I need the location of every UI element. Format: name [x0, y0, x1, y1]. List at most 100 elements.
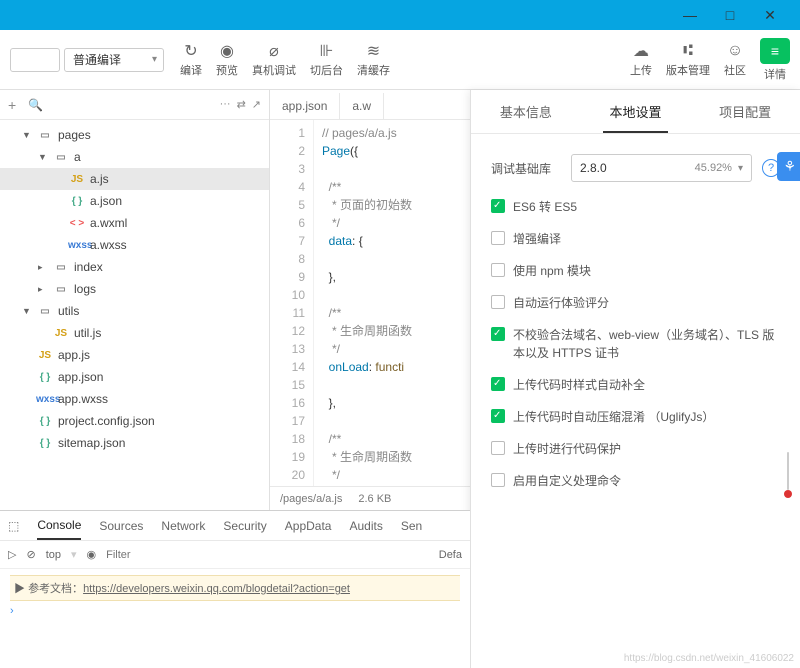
- preview-button[interactable]: ◉预览: [216, 42, 238, 78]
- tab-local-settings[interactable]: 本地设置: [581, 90, 691, 133]
- tree-item-app-js[interactable]: JSapp.js: [0, 344, 269, 366]
- toolbar-misc-2[interactable]: ⇄: [237, 98, 246, 111]
- tree-item-pages[interactable]: ▼▭pages: [0, 124, 269, 146]
- checkbox[interactable]: [491, 231, 505, 245]
- panel-tabs: 基本信息 本地设置 项目配置: [471, 90, 800, 134]
- tab-basic-info[interactable]: 基本信息: [471, 90, 581, 133]
- option-label: 自动运行体验评分: [513, 294, 609, 312]
- detail-icon: ≡: [760, 38, 790, 64]
- file-type-icon: JS: [36, 350, 54, 361]
- console-clear-icon[interactable]: ⊘: [26, 548, 35, 561]
- caret-icon: ▼: [22, 306, 32, 316]
- compile-mode-label: 普通编译: [73, 51, 121, 68]
- caret-icon: ▼: [38, 152, 48, 162]
- checkbox[interactable]: [491, 473, 505, 487]
- toolbar-misc-1[interactable]: ···: [220, 98, 231, 111]
- clear-cache-button[interactable]: ≋清缓存: [357, 42, 390, 78]
- file-type-icon: JS: [68, 174, 86, 185]
- tree-item-index[interactable]: ▸▭index: [0, 256, 269, 278]
- tree-item-a-wxss[interactable]: wxssa.wxss: [0, 234, 269, 256]
- tree-item-sitemap-json[interactable]: { }sitemap.json: [0, 432, 269, 454]
- console-warning-row: ▶ 参考文档：https://developers.weixin.qq.com/…: [10, 575, 460, 601]
- option-label: 使用 npm 模块: [513, 262, 591, 280]
- tab-project-config[interactable]: 项目配置: [690, 90, 800, 133]
- option-row-7[interactable]: 上传时进行代码保护: [491, 440, 780, 458]
- tab-audits[interactable]: Audits: [349, 519, 382, 533]
- console-expand-icon[interactable]: ⬚: [8, 519, 19, 533]
- side-badge-icon[interactable]: ⚘: [777, 152, 800, 181]
- option-row-2[interactable]: 使用 npm 模块: [491, 262, 780, 280]
- editor-tab[interactable]: a.w: [340, 93, 384, 119]
- backstage-button[interactable]: ⊪切后台: [310, 42, 343, 78]
- checkbox[interactable]: [491, 295, 505, 309]
- search-icon[interactable]: 🔍: [28, 98, 43, 112]
- debug-lib-select[interactable]: 2.8.0 45.92%: [571, 154, 752, 182]
- window-minimize[interactable]: —: [670, 0, 710, 30]
- option-row-6[interactable]: 上传代码时自动压缩混淆 （UglifyJs）: [491, 408, 780, 426]
- file-name: a.wxss: [90, 238, 127, 252]
- tab-console[interactable]: Console: [37, 518, 81, 540]
- toolbar-misc-3[interactable]: ↗: [252, 98, 261, 111]
- tab-security[interactable]: Security: [223, 519, 266, 533]
- option-label: 启用自定义处理命令: [513, 472, 621, 490]
- checkbox[interactable]: [491, 199, 505, 213]
- console-filter-input[interactable]: [106, 549, 248, 561]
- tree-item-app-json[interactable]: { }app.json: [0, 366, 269, 388]
- status-size: 2.6 KB: [358, 493, 391, 505]
- checkbox[interactable]: [491, 441, 505, 455]
- console-link[interactable]: https://developers.weixin.qq.com/blogdet…: [83, 583, 350, 595]
- version-button[interactable]: ⑆版本管理: [666, 42, 710, 78]
- console-level[interactable]: Defa: [439, 549, 462, 561]
- file-name: a: [74, 150, 81, 164]
- option-row-0[interactable]: ES6 转 ES5: [491, 198, 780, 216]
- option-row-5[interactable]: 上传代码时样式自动补全: [491, 376, 780, 394]
- compile-button[interactable]: ↻编译: [180, 42, 202, 78]
- console-run-icon[interactable]: ▷: [8, 548, 16, 561]
- tree-item-a-json[interactable]: { }a.json: [0, 190, 269, 212]
- caret-icon: ▸: [38, 284, 48, 295]
- status-path: /pages/a/a.js: [280, 493, 342, 505]
- real-device-icon: ⌀: [269, 42, 279, 60]
- file-name: index: [74, 260, 103, 274]
- tree-item-app-wxss[interactable]: wxssapp.wxss: [0, 388, 269, 410]
- console-eye-icon[interactable]: ◉: [87, 548, 97, 561]
- tab-appdata[interactable]: AppData: [285, 519, 332, 533]
- devtools-console: ⬚ Console Sources Network Security AppDa…: [0, 510, 470, 668]
- file-name: a.wxml: [90, 216, 127, 230]
- tree-item-logs[interactable]: ▸▭logs: [0, 278, 269, 300]
- tab-sensor[interactable]: Sen: [401, 519, 422, 533]
- editor-tab[interactable]: app.json: [270, 93, 340, 119]
- watermark: https://blog.csdn.net/weixin_41606022: [624, 653, 794, 664]
- option-label: 不校验合法域名、web-view（业务域名）、TLS 版本以及 HTTPS 证书: [513, 326, 780, 362]
- console-scope-select[interactable]: top: [46, 549, 61, 561]
- option-row-3[interactable]: 自动运行体验评分: [491, 294, 780, 312]
- debug-lib-pct: 45.92%: [695, 162, 732, 174]
- checkbox[interactable]: [491, 327, 505, 341]
- file-name: utils: [58, 304, 79, 318]
- checkbox[interactable]: [491, 263, 505, 277]
- code-content[interactable]: // pages/a/a.js Page({ /** * 页面的初始数 */ d…: [314, 120, 420, 486]
- checkbox[interactable]: [491, 377, 505, 391]
- option-row-1[interactable]: 增强编译: [491, 230, 780, 248]
- window-maximize[interactable]: □: [710, 0, 750, 30]
- detail-button[interactable]: ≡详情: [760, 38, 790, 82]
- tree-item-a-wxml[interactable]: < >a.wxml: [0, 212, 269, 234]
- simulator-dropdown[interactable]: [10, 48, 60, 72]
- option-row-4[interactable]: 不校验合法域名、web-view（业务域名）、TLS 版本以及 HTTPS 证书: [491, 326, 780, 362]
- tree-item-utils[interactable]: ▼▭utils: [0, 300, 269, 322]
- tree-item-a-js[interactable]: JSa.js: [0, 168, 269, 190]
- tree-item-a[interactable]: ▼▭a: [0, 146, 269, 168]
- tree-item-project-config-json[interactable]: { }project.config.json: [0, 410, 269, 432]
- file-name: app.wxss: [58, 392, 108, 406]
- real-device-button[interactable]: ⌀真机调试: [252, 42, 296, 78]
- tree-item-util-js[interactable]: JSutil.js: [0, 322, 269, 344]
- new-file-icon[interactable]: +: [8, 97, 16, 113]
- tab-sources[interactable]: Sources: [99, 519, 143, 533]
- window-close[interactable]: ✕: [750, 0, 790, 30]
- upload-button[interactable]: ☁上传: [630, 42, 652, 78]
- tab-network[interactable]: Network: [161, 519, 205, 533]
- community-button[interactable]: ☺社区: [724, 42, 746, 78]
- option-row-8[interactable]: 启用自定义处理命令: [491, 472, 780, 490]
- checkbox[interactable]: [491, 409, 505, 423]
- compile-mode-dropdown[interactable]: 普通编译: [64, 48, 164, 72]
